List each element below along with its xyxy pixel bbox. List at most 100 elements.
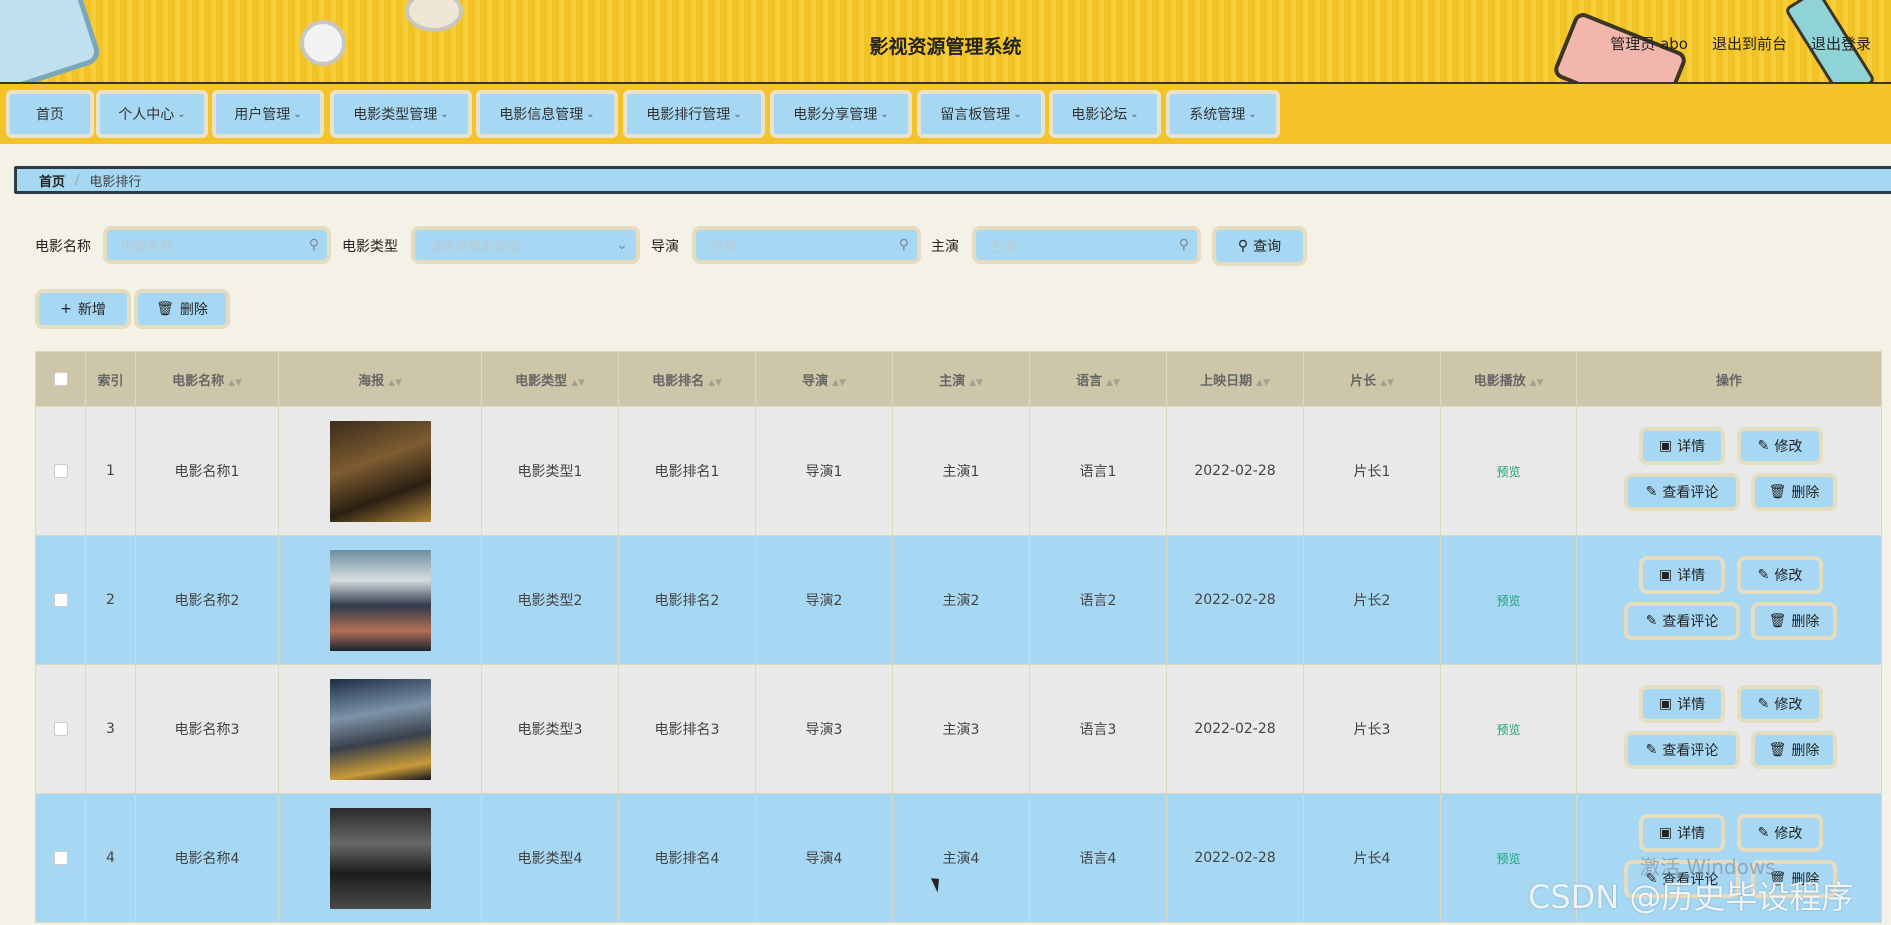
col-language[interactable]: 语言 ▲▼ xyxy=(1029,351,1167,407)
release-cell: 2022-02-28 xyxy=(1166,664,1304,794)
nav-movie-rank-management[interactable]: 电影排行管理 ⌄ xyxy=(623,90,765,138)
view-comments-button[interactable]: ✎ 查看评论 xyxy=(1624,473,1740,511)
director-input[interactable]: 导演 ⚲ xyxy=(692,226,921,264)
delete-button[interactable]: 🗑 删除 xyxy=(1751,731,1837,769)
movie-poster-image[interactable] xyxy=(329,549,431,651)
earphone-decoration-2 xyxy=(405,0,463,32)
col-poster[interactable]: 海报 ▲▼ xyxy=(278,351,482,407)
detail-button[interactable]: ▣ 详情 xyxy=(1639,685,1725,723)
edit-icon: ✎ xyxy=(1645,613,1658,629)
breadcrumb-separator: / xyxy=(75,172,80,188)
row-checkbox[interactable] xyxy=(53,851,68,865)
preview-link[interactable]: 预览 xyxy=(1496,723,1520,737)
detail-label: 详情 xyxy=(1677,826,1706,842)
chevron-down-icon: ⌄ xyxy=(293,108,302,120)
movie-poster-image[interactable] xyxy=(329,420,431,522)
top-header: 影视资源管理系统 管理员 abo 退出到前台 退出登录 xyxy=(0,0,1891,84)
plus-icon: + xyxy=(60,301,72,317)
col-rank-label: 电影排名 xyxy=(652,373,705,389)
edit-label: 修改 xyxy=(1774,568,1803,584)
col-rank[interactable]: 电影排名 ▲▼ xyxy=(618,351,756,407)
nav-movie-share-management[interactable]: 电影分享管理 ⌄ xyxy=(770,90,912,138)
movie-poster-image[interactable] xyxy=(329,678,431,780)
detail-button[interactable]: ▣ 详情 xyxy=(1639,556,1725,594)
nav-personal-center[interactable]: 个人中心 ⌄ xyxy=(96,90,208,138)
director-cell: 导演3 xyxy=(755,664,893,794)
rank-cell: 电影排名1 xyxy=(618,406,756,536)
chevron-down-icon: ⌄ xyxy=(440,108,449,120)
header-user-links: 管理员 abo 退出到前台 退出登录 xyxy=(1610,33,1871,54)
movie-poster-image[interactable] xyxy=(329,807,431,909)
col-length[interactable]: 片长 ▲▼ xyxy=(1303,351,1441,407)
nav-movie-forum[interactable]: 电影论坛 ⌄ xyxy=(1049,90,1161,138)
movie-type-label: 电影类型 xyxy=(342,239,398,255)
col-type[interactable]: 电影类型 ▲▼ xyxy=(481,351,619,407)
release-cell: 2022-02-28 xyxy=(1166,793,1304,923)
poster-cell xyxy=(278,664,482,794)
row-checkbox[interactable] xyxy=(53,593,68,607)
detail-button[interactable]: ▣ 详情 xyxy=(1639,814,1725,852)
type-cell: 电影类型3 xyxy=(481,664,619,794)
nav-user-management[interactable]: 用户管理 ⌄ xyxy=(212,90,324,138)
nav-movie-info-management[interactable]: 电影信息管理 ⌄ xyxy=(476,90,618,138)
col-actor[interactable]: 主演 ▲▼ xyxy=(892,351,1030,407)
actor-cell: 主演1 xyxy=(892,406,1030,536)
chevron-down-icon: ⌄ xyxy=(586,108,595,120)
row-checkbox[interactable] xyxy=(53,464,68,478)
view-comments-button[interactable]: ✎ 查看评论 xyxy=(1624,602,1740,640)
edit-icon: ✎ xyxy=(1645,484,1658,500)
edit-icon: ✎ xyxy=(1757,825,1770,841)
row-select-cell xyxy=(35,406,86,536)
actor-input[interactable]: 主演 ⚲ xyxy=(972,226,1201,264)
col-name[interactable]: 电影名称 ▲▼ xyxy=(135,351,279,407)
col-director[interactable]: 导演 ▲▼ xyxy=(755,351,893,407)
preview-link[interactable]: 预览 xyxy=(1496,852,1520,866)
edit-button[interactable]: ✎ 修改 xyxy=(1737,427,1823,465)
detail-label: 详情 xyxy=(1677,697,1706,713)
col-actor-label: 主演 xyxy=(939,373,966,389)
batch-delete-button[interactable]: 🗑 删除 xyxy=(134,289,230,329)
edit-button[interactable]: ✎ 修改 xyxy=(1737,556,1823,594)
exit-to-front-link[interactable]: 退出到前台 xyxy=(1712,33,1787,54)
rank-cell: 电影排名4 xyxy=(618,793,756,923)
preview-link[interactable]: 预览 xyxy=(1496,594,1520,608)
delete-button[interactable]: 🗑 删除 xyxy=(1751,602,1837,640)
movie-rank-table: 索引 电影名称 ▲▼ 海报 ▲▼ 电影类型 ▲▼ 电影排名 ▲▼ 导演 ▲▼ 主演 ▲▼ 语… xyxy=(35,351,1882,923)
movie-name-input[interactable]: 电影名称 ⚲ xyxy=(103,226,331,264)
search-icon: ⚲ xyxy=(308,237,319,253)
movie-type-select[interactable]: 请选择电影类型 ⌄ xyxy=(411,226,640,264)
detail-button[interactable]: ▣ 详情 xyxy=(1639,427,1725,465)
search-icon: ⚲ xyxy=(1178,237,1189,253)
view-comments-button[interactable]: ✎ 查看评论 xyxy=(1624,731,1740,769)
logout-link[interactable]: 退出登录 xyxy=(1811,33,1871,54)
actor-label: 主演 xyxy=(931,239,959,255)
language-cell: 语言4 xyxy=(1029,793,1167,923)
release-cell: 2022-02-28 xyxy=(1166,406,1304,536)
edit-button[interactable]: ✎ 修改 xyxy=(1737,685,1823,723)
nav-home[interactable]: 首页 xyxy=(6,90,94,138)
edit-button[interactable]: ✎ 修改 xyxy=(1737,814,1823,852)
table-row: 1 电影名称1 电影类型1 电影排名1 导演1 主演1 语言1 2022-02-… xyxy=(35,406,1882,536)
detail-label: 详情 xyxy=(1677,568,1706,584)
add-button[interactable]: + 新增 xyxy=(35,289,131,329)
delete-button[interactable]: 🗑 删除 xyxy=(1751,473,1837,511)
col-play[interactable]: 电影播放 ▲▼ xyxy=(1440,351,1577,407)
preview-link[interactable]: 预览 xyxy=(1496,465,1520,479)
document-icon: ▣ xyxy=(1658,438,1673,454)
language-cell: 语言3 xyxy=(1029,664,1167,794)
nav-message-board-management[interactable]: 留言板管理 ⌄ xyxy=(917,90,1045,138)
select-all-checkbox[interactable] xyxy=(53,372,68,386)
query-button[interactable]: ⚲ 查询 xyxy=(1212,226,1307,266)
col-index: 索引 xyxy=(85,351,136,407)
breadcrumb-home[interactable]: 首页 xyxy=(39,171,65,190)
document-icon: ▣ xyxy=(1658,567,1673,583)
nav-movie-type-management[interactable]: 电影类型管理 ⌄ xyxy=(330,90,472,138)
edit-icon: ✎ xyxy=(1757,696,1770,712)
edit-label: 修改 xyxy=(1774,697,1803,713)
play-cell: 预览 xyxy=(1440,664,1577,794)
name-cell: 电影名称3 xyxy=(135,664,279,794)
name-cell: 电影名称2 xyxy=(135,535,279,665)
col-release[interactable]: 上映日期 ▲▼ xyxy=(1166,351,1304,407)
row-checkbox[interactable] xyxy=(53,722,68,736)
nav-system-management[interactable]: 系统管理 ⌄ xyxy=(1166,90,1280,138)
